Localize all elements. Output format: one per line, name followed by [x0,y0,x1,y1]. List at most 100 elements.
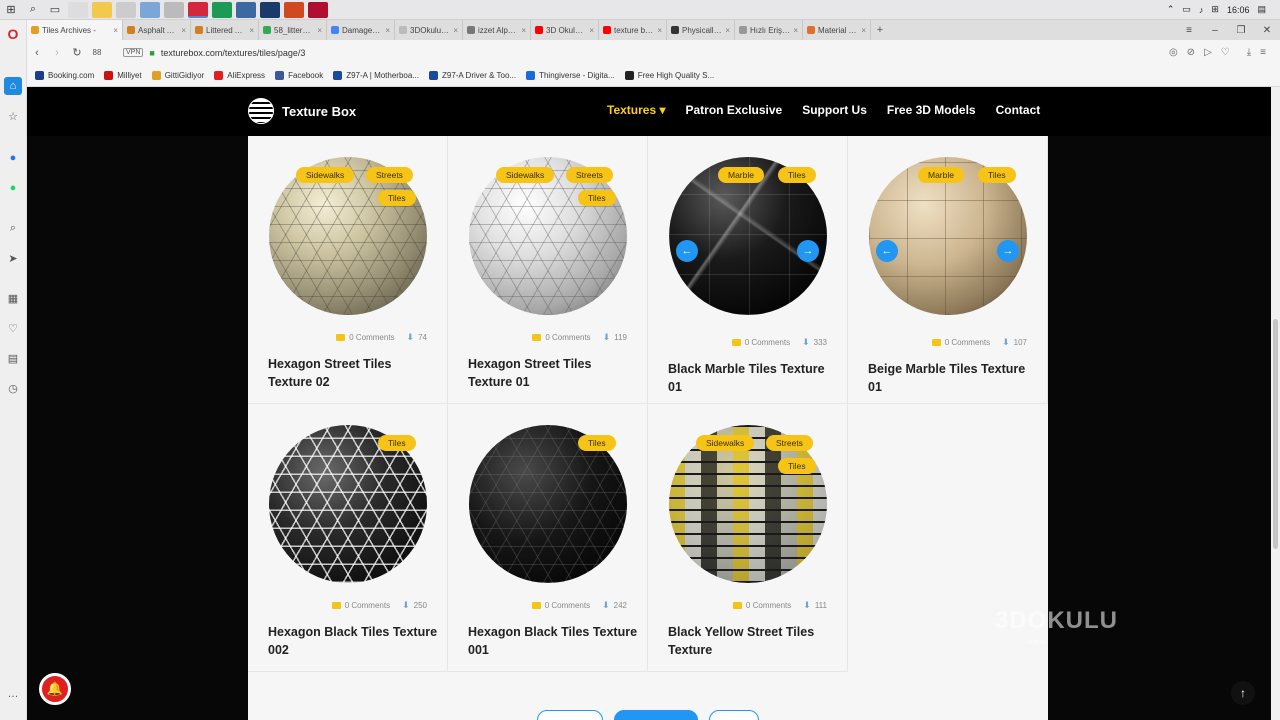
taskbar-app-explorer-icon[interactable] [92,1,112,18]
bell-icon[interactable]: 🔔 [39,673,71,705]
opera-menu-icon[interactable]: O [4,25,22,43]
home-icon[interactable]: ⌂ [4,77,22,95]
category-tag[interactable]: Tiles [578,435,616,451]
messenger-icon[interactable]: ● [4,149,22,167]
category-tag[interactable]: Sidewalks [496,167,555,183]
comment-count[interactable]: 0 Comments [745,338,790,347]
menu-item[interactable]: Textures ▾ [607,103,666,117]
tab-close-icon[interactable]: × [113,26,118,35]
star-icon[interactable]: ☆ [4,107,22,125]
category-tag[interactable]: Tiles [778,458,816,474]
comment-count[interactable]: 0 Comments [945,338,990,347]
close-window-icon[interactable]: ✕ [1254,20,1280,40]
windows-start-icon[interactable]: ⊞ [0,0,22,20]
more-icon[interactable]: … [4,685,22,703]
browser-tab[interactable]: Asphalt Archive× [123,20,191,40]
menu-item[interactable]: Support Us [802,103,867,117]
category-tag[interactable]: Tiles [378,190,416,206]
search-icon[interactable]: ⌕ [22,0,44,20]
texture-card[interactable]: Marble Tiles ← → 0 Comments ⬇ 107 Beige Marble … [848,136,1048,404]
menu-icon[interactable]: ≡ [1260,47,1266,58]
texture-title[interactable]: Hexagon Street Tiles Texture 02 [268,355,438,391]
minimize-icon[interactable]: – [1202,20,1228,40]
language-indicator[interactable]: ⊞ [1211,4,1219,15]
lock-icon[interactable]: ■ [149,48,154,58]
category-tag[interactable]: Tiles [978,167,1016,183]
texture-card[interactable]: Marble Tiles ← → 0 Comments ⬇ 333 Black Marble … [648,136,848,404]
browser-tab[interactable]: Tiles Archives - × [27,20,123,40]
texture-title[interactable]: Beige Marble Tiles Texture 01 [868,360,1038,396]
heart-outline-icon[interactable]: ♡ [1221,47,1230,58]
tab-close-icon[interactable]: × [521,26,526,35]
tab-close-icon[interactable]: × [589,26,594,35]
texture-card[interactable]: Sidewalks Streets Tiles 0 Comments ⬇ 119 Hexag… [448,136,648,404]
send-icon[interactable]: ➤ [4,249,22,267]
arrow-left-icon[interactable]: ← [676,240,698,262]
extensions-icon[interactable]: ▦ [4,289,22,307]
taskbar-app-record-icon[interactable] [308,1,328,18]
tab-close-icon[interactable]: × [317,26,322,35]
pagination-button[interactable] [614,710,698,720]
task-view-icon[interactable]: ▭ [44,0,66,20]
browser-tab[interactable]: Physically base× [667,20,735,40]
category-tag[interactable]: Sidewalks [296,167,355,183]
forward-icon[interactable]: › [47,43,67,63]
category-tag[interactable]: Streets [766,435,813,451]
network-icon[interactable]: ▭ [1182,4,1191,15]
taskbar-app-media-icon[interactable] [284,1,304,18]
bookmark-item[interactable]: Facebook [275,71,323,80]
news-icon[interactable]: ▤ [4,349,22,367]
category-tag[interactable]: Tiles [778,167,816,183]
tab-close-icon[interactable]: × [657,26,662,35]
browser-tab[interactable]: Littered Asphalt× [191,20,259,40]
taskbar-app-store-icon[interactable] [116,1,136,18]
browser-tab[interactable]: Damaged Brick× [327,20,395,40]
heart-icon[interactable]: ♡ [4,319,22,337]
bookmark-item[interactable]: Thingiverse - Digita... [526,71,615,80]
tab-close-icon[interactable]: × [181,26,186,35]
site-logo[interactable]: Texture Box [248,98,356,124]
play-icon[interactable]: ▷ [1204,47,1212,58]
notifications-icon[interactable]: ▤ [1257,4,1266,15]
taskbar-app-3dsmax-icon[interactable] [236,1,256,18]
new-tab-button[interactable]: + [871,20,889,40]
vpn-badge[interactable]: VPN [123,48,144,57]
category-tag[interactable]: Tiles [578,190,616,206]
tab-close-icon[interactable]: × [385,26,390,35]
comment-count[interactable]: 0 Comments [545,333,590,342]
tab-close-icon[interactable]: × [249,26,254,35]
block-icon[interactable]: ⊘ [1187,47,1195,58]
clock[interactable]: 16:06 [1227,5,1250,15]
category-tag[interactable]: Streets [366,167,413,183]
tab-close-icon[interactable]: × [861,26,866,35]
pagination-button[interactable] [537,710,603,720]
camera-icon[interactable]: ◎ [1169,47,1178,58]
browser-tab[interactable]: texture box - Yo× [599,20,667,40]
bookmark-item[interactable]: Z97-A | Motherboa... [333,71,419,80]
bookmark-item[interactable]: AliExpress [214,71,265,80]
texture-title[interactable]: Hexagon Black Tiles Texture 002 [268,623,438,659]
browser-tab[interactable]: 3DOkulu.com× [395,20,463,40]
arrow-right-icon[interactable]: → [797,240,819,262]
browser-tab[interactable]: 58_littered_asp× [259,20,327,40]
texture-card[interactable]: Sidewalks Streets Tiles 0 Comments ⬇ 111 Black… [648,404,848,672]
pagination-button[interactable] [709,710,759,720]
taskbar-app-chrome-icon[interactable] [68,1,88,18]
browser-tab[interactable]: Hızlı Erişim × [735,20,803,40]
category-tag[interactable]: Sidewalks [696,435,755,451]
category-tag[interactable]: Streets [566,167,613,183]
url-field[interactable]: texturebox.com/textures/tiles/page/3 [161,48,306,58]
whatsapp-icon[interactable]: ● [4,179,22,197]
arrow-up-icon[interactable]: ↑ [1231,681,1255,705]
chevron-up-icon[interactable]: ⌃ [1167,4,1175,15]
texture-title[interactable]: Black Marble Tiles Texture 01 [668,360,838,396]
bookmark-item[interactable]: Z97-A Driver & Too... [428,71,516,80]
tab-close-icon[interactable]: × [793,26,798,35]
taskbar-app-sheet-icon[interactable] [212,1,232,18]
arrow-left-icon[interactable]: ← [876,240,898,262]
category-tag[interactable]: Tiles [378,435,416,451]
texture-card[interactable]: Tiles 0 Comments ⬇ 242 Hexagon Black Tiles T… [448,404,648,672]
back-icon[interactable]: ‹ [27,43,47,63]
maximize-icon[interactable]: ❐ [1228,20,1254,40]
category-tag[interactable]: Marble [718,167,764,183]
